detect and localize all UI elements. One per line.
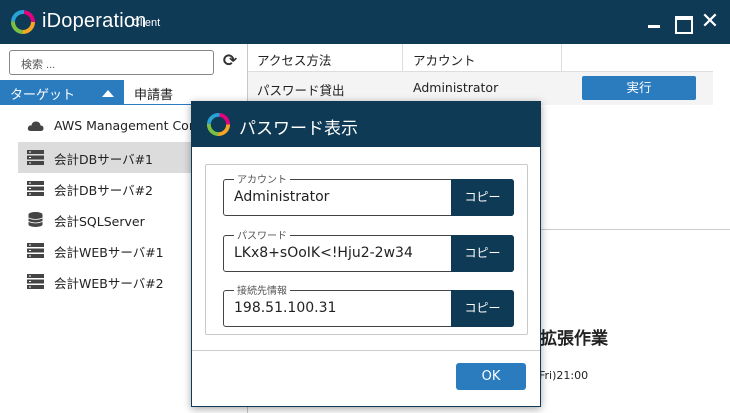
column-header-account: アカウント <box>413 53 476 68</box>
tree-item-label: 会計SQLServer <box>54 214 145 229</box>
ok-button[interactable]: OK <box>456 363 526 390</box>
password-value[interactable]: LKx8+sOoIK<!Hju2-2w34 <box>234 245 413 261</box>
tree-item-label: 会計DBサーバ#1 <box>54 152 154 167</box>
copy-connection-button[interactable]: コピー <box>451 290 514 327</box>
row-account: Administrator <box>413 80 499 95</box>
app-logo-icon <box>206 112 231 137</box>
search-input[interactable]: 検索 ... <box>9 50 214 75</box>
cloud-icon <box>27 121 44 131</box>
account-value[interactable]: Administrator <box>234 189 329 205</box>
app-subtitle: Client <box>132 17 161 29</box>
row-method: パスワード貸出 <box>257 83 345 98</box>
app-name: iDoperation <box>42 10 147 32</box>
column-divider <box>402 44 403 72</box>
server-icon <box>27 274 44 289</box>
tree-item-label: 会計DBサーバ#2 <box>54 183 154 198</box>
password-field: パスワード LKx8+sOoIK<!Hju2-2w34 コピー <box>223 227 514 272</box>
maximize-button[interactable] <box>672 12 693 34</box>
caret-up-icon <box>102 90 114 97</box>
server-icon <box>27 150 44 165</box>
connection-field: 接続先情報 198.51.100.31 コピー <box>223 282 514 327</box>
database-icon <box>28 212 43 227</box>
minimize-button[interactable] <box>644 12 664 32</box>
access-table-header: アクセス方法 アカウント <box>248 44 713 72</box>
dialog-header: パスワード表示 <box>192 102 540 147</box>
dialog-title: パスワード表示 <box>239 119 358 139</box>
column-divider <box>561 44 562 72</box>
title-bar: iDoperation Client ✕ <box>0 0 730 44</box>
credentials-panel: アカウント Administrator コピー パスワード LKx8+sOoIK… <box>205 164 528 335</box>
background-title: 拡張作業 <box>540 329 608 349</box>
account-field: アカウント Administrator コピー <box>223 171 514 216</box>
column-header-method: アクセス方法 <box>257 53 332 68</box>
server-icon <box>27 181 44 196</box>
copy-account-button[interactable]: コピー <box>451 179 514 216</box>
dialog-footer-divider <box>192 350 540 351</box>
background-date: Fri)21:00 <box>539 369 589 382</box>
run-button[interactable]: 実行 <box>582 76 696 100</box>
refresh-icon[interactable]: ⟳ <box>221 51 239 71</box>
tree-item-label: 会計WEBサーバ#2 <box>54 276 164 291</box>
close-button[interactable]: ✕ <box>700 11 720 33</box>
tab-target-label: ターゲット <box>10 88 76 103</box>
field-legend: 接続先情報 <box>234 282 290 297</box>
tree-item-label: 会計WEBサーバ#1 <box>54 245 164 260</box>
app-logo-icon <box>11 10 35 34</box>
tab-application[interactable]: 申請書 <box>134 80 173 105</box>
field-legend: パスワード <box>234 227 290 242</box>
field-legend: アカウント <box>234 171 290 186</box>
tab-target[interactable]: ターゲット <box>0 80 124 105</box>
connection-value[interactable]: 198.51.100.31 <box>234 300 336 316</box>
server-icon <box>27 243 44 258</box>
password-dialog: パスワード表示 アカウント Administrator コピー パスワード LK… <box>191 101 541 407</box>
copy-password-button[interactable]: コピー <box>451 235 514 272</box>
